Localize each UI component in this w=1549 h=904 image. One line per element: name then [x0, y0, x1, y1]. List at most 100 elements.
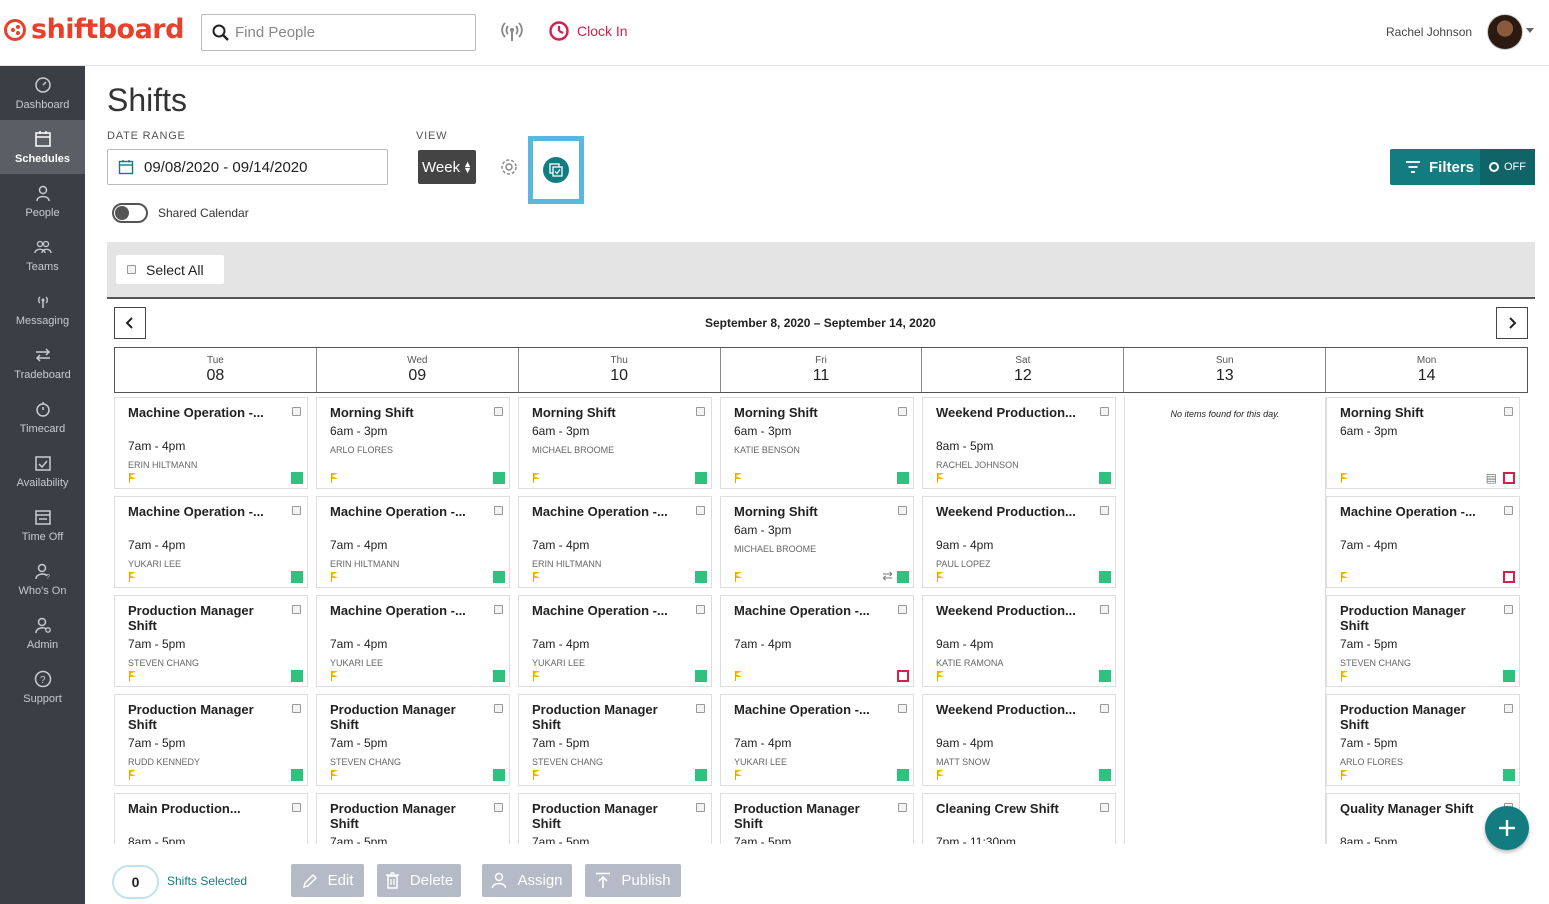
shift-card[interactable]: Machine Operation -... 7am - 4pm ERIN HILT…	[518, 496, 712, 588]
search-input[interactable]	[235, 24, 465, 41]
day-header-wed[interactable]: Wed 09	[317, 348, 519, 392]
assign-button[interactable]: Assign	[482, 864, 572, 897]
shiftboard-logo[interactable]: shiftboard	[4, 14, 184, 45]
shift-card[interactable]: Machine Operation -... 7am - 4pm YUKARI LE…	[720, 694, 914, 786]
shift-card[interactable]: Production Manager Shift 7am - 5pm RUDD KE…	[114, 694, 308, 786]
sidebar-item-whos-on[interactable]: ? Who's On	[0, 552, 85, 606]
shift-checkbox[interactable]	[292, 407, 301, 416]
shift-card[interactable]: Main Production... 8am - 5pm	[114, 793, 308, 844]
view-select[interactable]: Week ▲ ▼	[418, 150, 476, 184]
shift-checkbox[interactable]	[696, 605, 705, 614]
sidebar-item-time-off[interactable]: Time Off	[0, 498, 85, 552]
shift-card[interactable]: Morning Shift 6am - 3pm MICHAEL BROOME ⇄	[720, 496, 914, 588]
shift-checkbox[interactable]	[1100, 506, 1109, 515]
shift-checkbox[interactable]	[1504, 605, 1513, 614]
shift-card[interactable]: Weekend Production... 9am - 4pm KATIE RAMO…	[922, 595, 1116, 687]
shift-card[interactable]: Production Manager Shift 7am - 5pm STEVEN …	[1326, 595, 1520, 687]
shift-card[interactable]: Cleaning Crew Shift 7pm - 11:30pm	[922, 793, 1116, 844]
shift-checkbox[interactable]	[494, 506, 503, 515]
shift-checkbox[interactable]	[898, 407, 907, 416]
shift-card[interactable]: Production Manager Shift 7am - 5pm	[518, 793, 712, 844]
sidebar-item-availability[interactable]: Availability	[0, 444, 85, 498]
shift-checkbox[interactable]	[494, 605, 503, 614]
sidebar-item-admin[interactable]: Admin	[0, 606, 85, 660]
shift-card[interactable]: Machine Operation -... 7am - 4pm YUKARI LE…	[114, 496, 308, 588]
chevron-down-icon[interactable]	[1526, 28, 1534, 33]
clock-in-button[interactable]: Clock In	[548, 20, 628, 42]
shift-card[interactable]: Production Manager Shift 7am - 5pm STEVEN …	[114, 595, 308, 687]
shift-checkbox[interactable]	[1100, 407, 1109, 416]
shift-checkbox[interactable]	[898, 506, 907, 515]
shift-card[interactable]: Production Manager Shift 7am - 5pm ARLO FL…	[1326, 694, 1520, 786]
sidebar-item-dashboard[interactable]: Dashboard	[0, 66, 85, 120]
shift-checkbox[interactable]	[898, 704, 907, 713]
shift-checkbox[interactable]	[494, 803, 503, 812]
shift-card[interactable]: Machine Operation -... 7am - 4pm ERIN HILT…	[316, 496, 510, 588]
shift-card[interactable]: Machine Operation -... 7am - 4pm ERIN HILT…	[114, 397, 308, 489]
delete-button[interactable]: Delete	[377, 864, 461, 897]
shift-checkbox[interactable]	[292, 605, 301, 614]
shift-checkbox[interactable]	[1504, 704, 1513, 713]
shift-checkbox[interactable]	[696, 803, 705, 812]
shift-card[interactable]: Weekend Production... 9am - 4pm PAUL LOPEZ	[922, 496, 1116, 588]
shift-checkbox[interactable]	[1100, 704, 1109, 713]
sidebar-item-support[interactable]: ? Support	[0, 660, 85, 714]
shift-checkbox[interactable]	[292, 803, 301, 812]
publish-button[interactable]: Publish	[585, 864, 681, 897]
shift-checkbox[interactable]	[1100, 803, 1109, 812]
shift-checkbox[interactable]	[898, 605, 907, 614]
shift-card[interactable]: Production Manager Shift 7am - 5pm	[316, 793, 510, 844]
user-name[interactable]: Rachel Johnson	[1386, 25, 1472, 39]
sidebar-item-people[interactable]: People	[0, 174, 85, 228]
shift-card[interactable]: Morning Shift 6am - 3pm MICHAEL BROOME	[518, 397, 712, 489]
edit-button[interactable]: Edit	[291, 864, 364, 897]
avatar[interactable]	[1487, 14, 1523, 50]
shift-card[interactable]: Machine Operation -... 7am - 4pm YUKARI LE…	[316, 595, 510, 687]
copy-schedule-button[interactable]	[543, 157, 569, 183]
sidebar-item-messaging[interactable]: Messaging	[0, 282, 85, 336]
day-header-fri[interactable]: Fri 11	[721, 348, 923, 392]
day-header-thu[interactable]: Thu 10	[519, 348, 721, 392]
shift-checkbox[interactable]	[696, 407, 705, 416]
shift-card[interactable]: Weekend Production... 8am - 5pm RACHEL JOH…	[922, 397, 1116, 489]
shift-checkbox[interactable]	[494, 704, 503, 713]
shift-checkbox[interactable]	[696, 506, 705, 515]
day-header-mon[interactable]: Mon 14	[1326, 348, 1527, 392]
shift-checkbox[interactable]	[1504, 407, 1513, 416]
sidebar-item-timecard[interactable]: Timecard	[0, 390, 85, 444]
shift-card[interactable]: Machine Operation -... 7am - 4pm YUKARI LE…	[518, 595, 712, 687]
shift-card[interactable]: Morning Shift 6am - 3pm ARLO FLORES	[316, 397, 510, 489]
shift-card[interactable]: Morning Shift 6am - 3pm ▤	[1326, 397, 1520, 489]
shift-card[interactable]: Machine Operation -... 7am - 4pm	[720, 595, 914, 687]
shift-card[interactable]: Weekend Production... 9am - 4pm MATT SNOW	[922, 694, 1116, 786]
shift-checkbox[interactable]	[292, 704, 301, 713]
add-shift-button[interactable]	[1485, 806, 1529, 850]
shift-checkbox[interactable]	[292, 506, 301, 515]
date-range-picker[interactable]: 09/08/2020 - 09/14/2020	[107, 149, 388, 185]
select-all-checkbox[interactable]	[127, 265, 136, 274]
day-header-tue[interactable]: Tue 08	[115, 348, 317, 392]
find-people-search[interactable]	[201, 14, 476, 51]
sidebar-item-teams[interactable]: Teams	[0, 228, 85, 282]
day-header-sun[interactable]: Sun 13	[1124, 348, 1327, 392]
shift-checkbox[interactable]	[1100, 605, 1109, 614]
shift-card[interactable]: Production Manager Shift 7am - 5pm STEVEN …	[316, 694, 510, 786]
prev-week-button[interactable]	[114, 307, 146, 339]
select-all-button[interactable]: Select All	[116, 255, 224, 284]
shift-checkbox[interactable]	[696, 704, 705, 713]
filters-button[interactable]: Filters OFF	[1390, 149, 1535, 185]
shift-checkbox[interactable]	[494, 407, 503, 416]
shift-checkbox[interactable]	[898, 803, 907, 812]
sidebar-item-schedules[interactable]: Schedules	[0, 120, 85, 174]
shared-calendar-toggle[interactable]	[112, 203, 148, 223]
day-header-sat[interactable]: Sat 12	[922, 348, 1125, 392]
shift-checkbox[interactable]	[1504, 506, 1513, 515]
filters-toggle[interactable]: OFF	[1480, 149, 1535, 185]
shift-card[interactable]: Production Manager Shift 7am - 5pm	[720, 793, 914, 844]
broadcast-icon[interactable]	[500, 20, 524, 49]
shift-card[interactable]: Machine Operation -... 7am - 4pm	[1326, 496, 1520, 588]
gear-icon[interactable]	[499, 157, 519, 182]
sidebar-item-tradeboard[interactable]: Tradeboard	[0, 336, 85, 390]
shift-card[interactable]: Morning Shift 6am - 3pm KATIE BENSON	[720, 397, 914, 489]
shift-card[interactable]: Production Manager Shift 7am - 5pm STEVEN …	[518, 694, 712, 786]
